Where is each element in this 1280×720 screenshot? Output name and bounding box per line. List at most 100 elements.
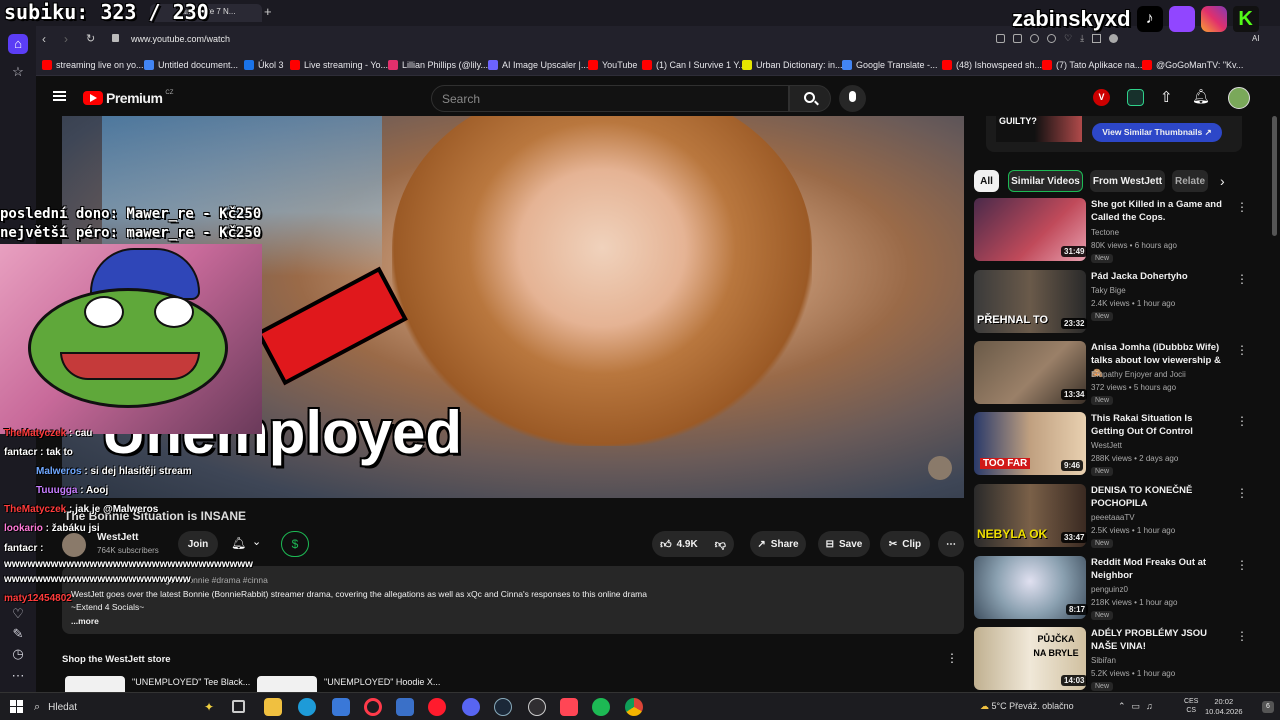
store-item-title[interactable]: "UNEMPLOYED" Tee Black... bbox=[132, 677, 250, 687]
store-item-image[interactable] bbox=[65, 676, 125, 692]
file-explorer-icon[interactable] bbox=[264, 698, 282, 716]
search-input[interactable]: Search bbox=[431, 85, 789, 112]
channel-name[interactable]: Taky Bige bbox=[1091, 286, 1126, 295]
back-icon[interactable]: ‹ bbox=[42, 32, 46, 46]
related-video[interactable]: 31:49 She got Killed in a Game and Calle… bbox=[974, 198, 1248, 263]
task-view-icon[interactable] bbox=[232, 700, 245, 713]
youtube-logo[interactable]: Premium CZ bbox=[83, 90, 173, 106]
store-more-icon[interactable]: ⋮ bbox=[946, 651, 958, 665]
bookmark-item[interactable]: Untitled document... bbox=[144, 57, 238, 73]
related-video[interactable]: 8:17 Reddit Mod Freaks Out at Neighbor p… bbox=[974, 556, 1248, 620]
bookmark-item[interactable]: YouTube bbox=[588, 57, 637, 73]
more-icon[interactable]: ⋮ bbox=[1236, 272, 1248, 286]
view-similar-thumbnails-button[interactable]: View Similar Thumbnails ↗ bbox=[1092, 123, 1222, 142]
channel-name[interactable]: Empathy Enjoyer and Jocii bbox=[1091, 370, 1186, 379]
forward-icon[interactable]: › bbox=[64, 32, 68, 46]
video-title[interactable]: ADÉLY PROBLÉMY JSOU NAŠE VINA! bbox=[1091, 627, 1226, 653]
show-more-link[interactable]: ...more bbox=[71, 616, 99, 626]
bookmark-item[interactable]: @GoGoManTV: "Kv... bbox=[1142, 57, 1243, 73]
related-video[interactable]: TOO FAR 9:46 This Rakai Situation Is Get… bbox=[974, 412, 1248, 476]
bookmark-item[interactable]: Úkol 3 bbox=[244, 57, 284, 73]
more-icon[interactable]: ⋯ bbox=[8, 666, 28, 686]
channel-name[interactable]: peeetaaaTV bbox=[1091, 513, 1135, 522]
bookmark-item[interactable]: (7) Tato Aplikace na... bbox=[1042, 57, 1142, 73]
chrome-icon[interactable] bbox=[625, 698, 643, 716]
opera-icon[interactable] bbox=[364, 698, 382, 716]
start-icon[interactable] bbox=[10, 700, 23, 713]
language-indicator[interactable]: CES CS bbox=[1184, 697, 1198, 715]
video-title[interactable]: She got Killed in a Game and Called the … bbox=[1091, 198, 1226, 224]
chevron-down-icon[interactable]: ⌄ bbox=[252, 535, 261, 548]
channel-name[interactable]: Sibiřan bbox=[1091, 656, 1116, 665]
store-item-title[interactable]: "UNEMPLOYED" Hoodie X... bbox=[324, 677, 440, 687]
system-tray-icons[interactable]: ⌃▭♫ bbox=[1118, 701, 1159, 712]
page-scrollbar[interactable] bbox=[1272, 116, 1277, 236]
channel-name[interactable]: Tectone bbox=[1091, 228, 1119, 237]
related-video[interactable]: NEBYLA OK 33:47 DENISA TO KONEČNĚ POCHOP… bbox=[974, 484, 1248, 548]
related-video[interactable]: 13:34 Anisa Jomha (iDubbbz Wife) talks a… bbox=[974, 341, 1248, 405]
edge-icon[interactable] bbox=[298, 698, 316, 716]
save-button[interactable]: ⊟ Save bbox=[818, 531, 870, 557]
menu-icon[interactable] bbox=[53, 91, 66, 101]
shield-icon[interactable] bbox=[1030, 34, 1039, 43]
bookmark-item[interactable]: Lillian Phillips (@lily... bbox=[388, 57, 488, 73]
star-icon[interactable]: ☆ bbox=[8, 62, 28, 82]
heart-icon[interactable]: ♡ bbox=[1064, 34, 1072, 46]
bookmark-item[interactable]: AI Image Upscaler |... bbox=[488, 57, 588, 73]
taskbar-search[interactable]: ⌕ Hledat ✦ bbox=[34, 697, 214, 717]
more-icon[interactable]: ⋮ bbox=[1236, 343, 1248, 357]
voice-search-button[interactable] bbox=[839, 85, 866, 112]
reload-icon[interactable]: ↻ bbox=[86, 32, 95, 45]
chip-related[interactable]: Relate bbox=[1172, 170, 1208, 192]
store-item-image[interactable] bbox=[257, 676, 317, 692]
more-icon[interactable]: ⋮ bbox=[1236, 629, 1248, 643]
play-icon[interactable] bbox=[1047, 34, 1056, 43]
weather-widget[interactable]: ☁ 5°C Převáž. oblačno bbox=[980, 701, 1074, 712]
more-icon[interactable]: ⋮ bbox=[1236, 486, 1248, 500]
history-icon[interactable]: ◷ bbox=[8, 644, 28, 664]
bookmark-item[interactable]: streaming live on yo... bbox=[42, 57, 144, 73]
related-video[interactable]: PŘEHNAL TO 23:32 Pád Jacka Dohertyho Tak… bbox=[974, 270, 1248, 334]
notifications-icon[interactable]: 🔔︎ bbox=[1192, 88, 1210, 105]
home-icon[interactable]: ⌂ bbox=[8, 34, 28, 54]
search-button[interactable] bbox=[789, 85, 831, 112]
store-icon[interactable] bbox=[332, 698, 350, 716]
join-button[interactable]: Join bbox=[178, 531, 218, 557]
more-icon[interactable]: ⋮ bbox=[1236, 414, 1248, 428]
clock[interactable]: 20:02 10.04.2026 bbox=[1205, 697, 1243, 717]
spotify-icon[interactable] bbox=[592, 698, 610, 716]
new-tab-icon[interactable]: + bbox=[264, 4, 272, 19]
extension-v-icon[interactable]: V bbox=[1093, 89, 1110, 106]
bookmark-item[interactable]: (1) Can I Survive 1 Y... bbox=[642, 57, 746, 73]
bookmark-item[interactable]: Urban Dictionary: in... bbox=[742, 57, 843, 73]
discord-icon[interactable] bbox=[462, 698, 480, 716]
app-icon[interactable] bbox=[396, 698, 414, 716]
chip-similar-videos[interactable]: Similar Videos bbox=[1008, 170, 1083, 192]
video-title[interactable]: This Rakai Situation Is Getting Out Of C… bbox=[1091, 412, 1226, 438]
bookmark-item[interactable]: (48) Ishowspeed sh... bbox=[942, 57, 1042, 73]
channel-name[interactable]: penguinz0 bbox=[1091, 585, 1128, 594]
heart-icon[interactable]: ♡ bbox=[8, 604, 28, 624]
address-bar[interactable]: www.youtube.com/watch bbox=[131, 34, 230, 44]
profile-icon[interactable] bbox=[1109, 34, 1119, 43]
more-actions-button[interactable]: ⋯ bbox=[938, 531, 964, 557]
camera-icon[interactable] bbox=[1013, 34, 1022, 43]
share-button[interactable]: ↗ Share bbox=[750, 531, 806, 557]
like-button[interactable]: 👍︎ 4.9K 👎︎ bbox=[652, 531, 734, 557]
channel-name[interactable]: WestJett bbox=[1091, 441, 1122, 450]
upload-icon[interactable]: ⇧ bbox=[1160, 88, 1173, 106]
bookmark-item[interactable]: Google Translate -... bbox=[842, 57, 938, 73]
video-title[interactable]: Reddit Mod Freaks Out at Neighbor bbox=[1091, 556, 1226, 582]
download-icon[interactable]: ⤓ bbox=[1080, 34, 1084, 46]
thanks-button[interactable]: $ bbox=[281, 531, 309, 557]
browser-extension-icons[interactable]: ♡ ⤓ bbox=[996, 34, 1146, 46]
chip-from-channel[interactable]: From WestJett bbox=[1090, 170, 1165, 192]
hashtags[interactable]: #bonnie #drama #cinna bbox=[179, 575, 268, 585]
more-icon[interactable]: ⋮ bbox=[1236, 200, 1248, 214]
browser-ai-button[interactable]: AI bbox=[1252, 34, 1260, 43]
extension-icon[interactable] bbox=[996, 34, 1005, 43]
steam-icon[interactable] bbox=[494, 698, 512, 716]
video-title[interactable]: DENISA TO KONEČNĚ POCHOPILA bbox=[1091, 484, 1226, 510]
notification-badge[interactable]: 6 bbox=[1262, 701, 1274, 713]
guilty-thumb[interactable]: GUILTY? bbox=[996, 116, 1082, 142]
